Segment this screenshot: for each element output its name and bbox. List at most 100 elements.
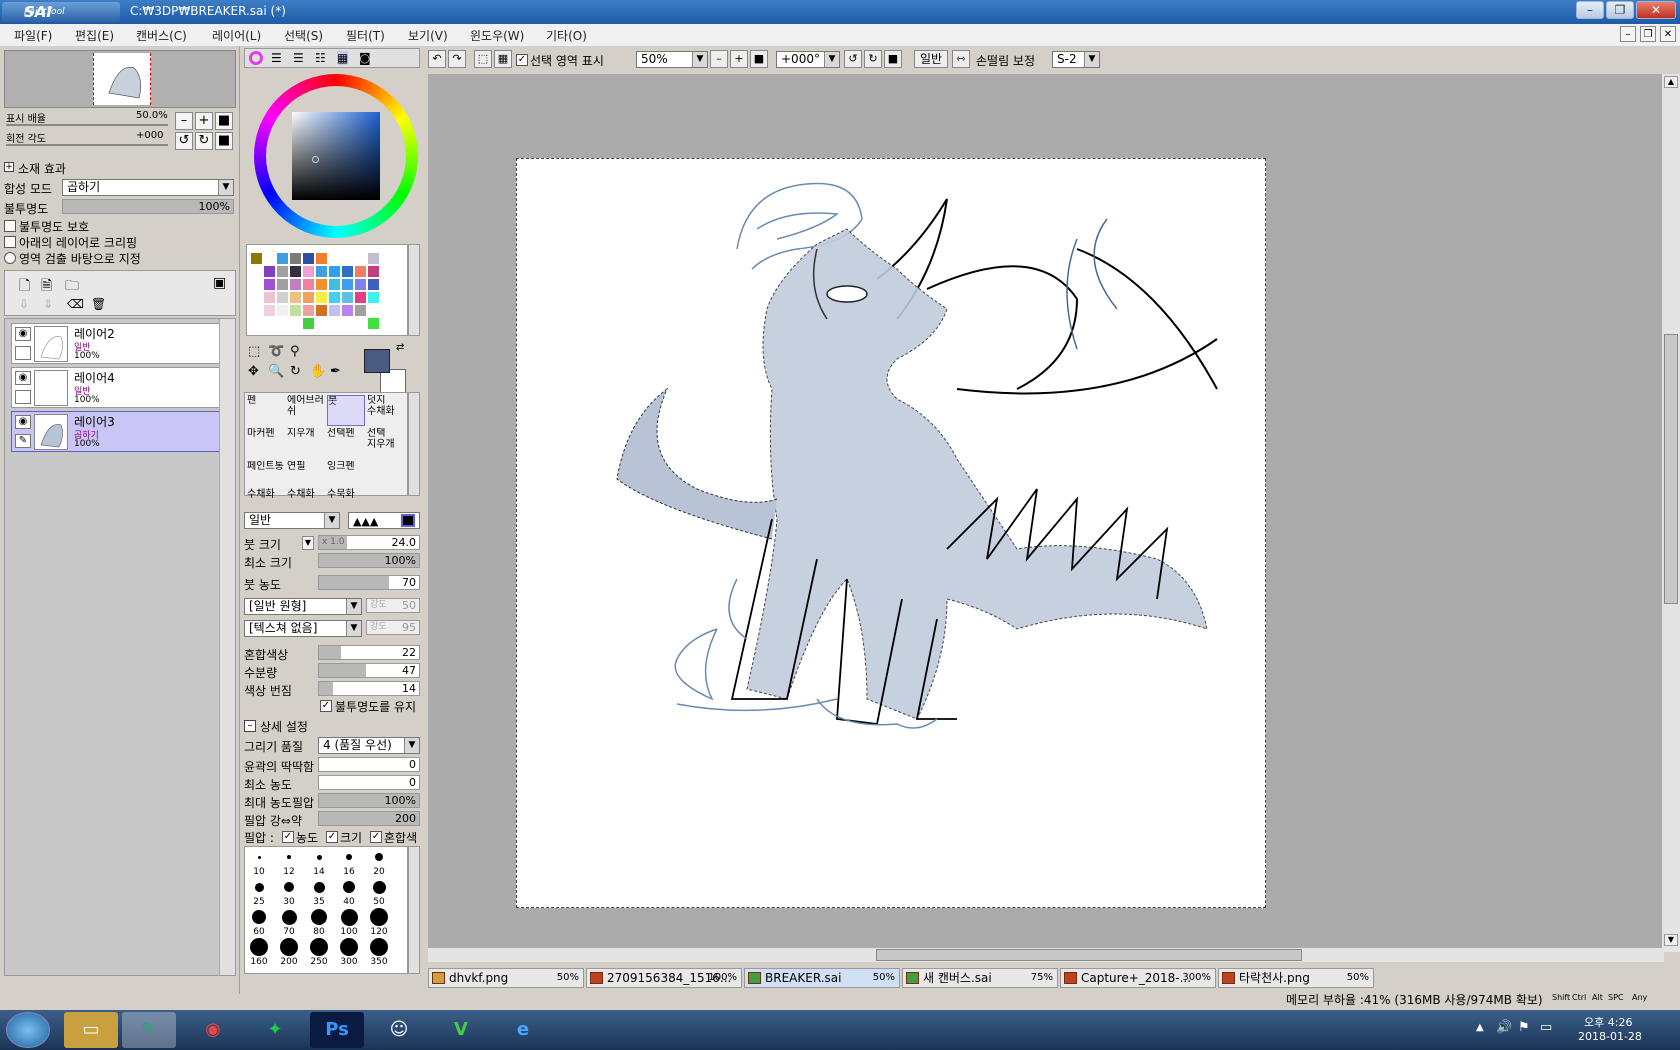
color-swatch[interactable] (290, 253, 301, 264)
layer-item[interactable]: ◉ 레이어4 일반 100% (11, 367, 223, 408)
protect-opacity-checkbox[interactable] (4, 220, 16, 232)
color-swatch[interactable] (264, 266, 275, 277)
tool-item[interactable]: 선택 지우개 (367, 428, 405, 459)
brush-tip-selector[interactable]: ▲▲▲ (348, 512, 420, 529)
vertical-scroll-thumb[interactable] (1664, 334, 1678, 604)
brush-size-dot[interactable] (284, 882, 294, 892)
zoom-select[interactable]: 50% ▼ (636, 51, 708, 68)
rotate-reset-button[interactable]: ■ (215, 132, 233, 150)
capture-app-icon[interactable]: ☺ (372, 1012, 426, 1048)
brush-size-dot[interactable] (252, 910, 266, 924)
brush-size-dot[interactable] (370, 908, 388, 926)
color-swatch[interactable] (251, 305, 262, 316)
color-swatch[interactable] (290, 318, 301, 329)
mask-icon[interactable]: ▣ (213, 275, 226, 291)
angle-slider[interactable] (6, 144, 168, 146)
brush-size-dot[interactable] (254, 882, 264, 892)
swatch-scrollbar[interactable] (408, 244, 420, 336)
swatch-tab-icon[interactable]: ▦ (337, 51, 349, 65)
texture-select[interactable]: [텍스쳐 없음] ▼ (244, 620, 362, 637)
menu-window[interactable]: 윈도우(W) (470, 27, 524, 44)
color-swatch[interactable] (303, 253, 314, 264)
color-swatch[interactable] (264, 292, 275, 303)
color-swatch[interactable] (277, 253, 288, 264)
color-swatch[interactable] (368, 318, 379, 329)
brush-size-dot[interactable] (250, 938, 268, 956)
color-swatch[interactable] (342, 279, 353, 290)
tab-breaker[interactable]: BREAKER.sai 50% (744, 968, 900, 988)
new-vector-layer-icon[interactable]: 🗎 (41, 275, 52, 299)
color-swatch[interactable] (264, 318, 275, 329)
tool-item[interactable]: 에어브러쉬 (287, 395, 325, 426)
invert-selection-button[interactable]: ▦ (494, 50, 512, 68)
tab-new-canvas[interactable]: 새 캔버스.sai 75% (902, 968, 1058, 988)
color-swatch[interactable] (342, 292, 353, 303)
brush-density-slider[interactable]: 70 (318, 575, 420, 590)
zoom-out-button[interactable]: – (175, 112, 193, 130)
color-swatch[interactable] (368, 266, 379, 277)
swatch-grid[interactable] (246, 244, 408, 336)
toolbar-zoom-out-button[interactable]: – (710, 50, 728, 68)
lock-icon[interactable] (15, 390, 31, 404)
color-wheel[interactable] (254, 74, 418, 238)
color-swatch[interactable] (290, 292, 301, 303)
hand-icon[interactable]: ✋ (310, 364, 326, 379)
new-layer-icon[interactable]: 🗋 (19, 275, 30, 299)
color-swatch[interactable] (329, 266, 340, 277)
eye-icon[interactable]: ◉ (15, 327, 31, 341)
toolbar-zoom-reset-button[interactable]: ■ (750, 50, 768, 68)
color-swatch[interactable] (303, 292, 314, 303)
color-swatch[interactable] (329, 253, 340, 264)
toolbar-rotate-reset-button[interactable]: ■ (884, 50, 902, 68)
tool-item[interactable]: 덧지 수채화 (367, 395, 405, 426)
scratchpad-tab-icon[interactable]: ◙ (359, 51, 371, 65)
start-button[interactable] (6, 1012, 50, 1048)
color-swatch[interactable] (368, 253, 379, 264)
tab-dhvkf[interactable]: dhvkf.png 50% (428, 968, 584, 988)
color-swatch[interactable] (342, 253, 353, 264)
color-swatch[interactable] (251, 266, 262, 277)
palette-tab-icon[interactable]: ☷ (315, 51, 326, 65)
min-density-slider[interactable]: 0 (318, 775, 420, 790)
rect-select-icon[interactable]: ⬚ (248, 344, 260, 359)
color-swatch[interactable] (277, 266, 288, 277)
flag-icon[interactable]: ⚑ (1518, 1020, 1530, 1035)
view-mode-button[interactable]: 일반 (914, 50, 948, 68)
eye-icon[interactable]: ◉ (15, 415, 31, 429)
tab-capture[interactable]: Capture+_2018-... 300% (1060, 968, 1216, 988)
color-swatch[interactable] (316, 279, 327, 290)
magic-wand-icon[interactable]: ⚲ (290, 344, 300, 359)
color-swatch[interactable] (316, 266, 327, 277)
tool-item[interactable]: 지우개 (287, 428, 325, 459)
color-swatch[interactable] (277, 279, 288, 290)
angle-select[interactable]: +000° ▼ (776, 51, 840, 68)
horizontal-scroll-thumb[interactable] (876, 949, 1302, 961)
pressure-blend-checkbox[interactable]: ✓ (370, 831, 382, 843)
brush-size-slider[interactable]: x 1.0 24.0 (318, 535, 420, 550)
color-swatch[interactable] (355, 266, 366, 277)
color-swatch[interactable] (251, 279, 262, 290)
hsv-slider-tab-icon[interactable]: ☰ (293, 51, 304, 65)
menu-layer[interactable]: 레이어(L) (212, 27, 261, 44)
redo-button[interactable]: ↷ (448, 50, 466, 68)
keep-opacity-checkbox[interactable]: ✓ (320, 700, 332, 712)
brush-size-grid[interactable]: 10 12 14 16 20 25 30 35 40 50 60 70 80 100 120 160 200 25… (244, 846, 408, 974)
tool-item[interactable]: 선택펜 (327, 428, 365, 459)
show-selection-checkbox[interactable]: ✓ (516, 54, 528, 66)
brush-size-dot[interactable] (280, 938, 298, 956)
color-swatch[interactable] (290, 266, 301, 277)
color-swatch[interactable] (329, 279, 340, 290)
brush-shape-select[interactable]: [일반 원형] ▼ (244, 598, 362, 615)
brush-size-dot[interactable] (346, 854, 352, 860)
ie-icon[interactable]: e (496, 1012, 550, 1048)
undo-button[interactable]: ↶ (428, 50, 446, 68)
lock-icon[interactable] (15, 346, 31, 360)
flip-icon[interactable]: ⇿ (952, 50, 970, 68)
clipping-checkbox[interactable] (4, 236, 16, 248)
color-swatch[interactable] (264, 279, 275, 290)
shape-strength-slider[interactable]: 강도 50 (366, 598, 420, 613)
color-swatch[interactable] (303, 318, 314, 329)
layer-item-selected[interactable]: ◉ ✎ 레이어3 곱하기 100% (11, 411, 223, 452)
brush-size-dot[interactable] (311, 909, 327, 925)
color-swatch[interactable] (355, 318, 366, 329)
